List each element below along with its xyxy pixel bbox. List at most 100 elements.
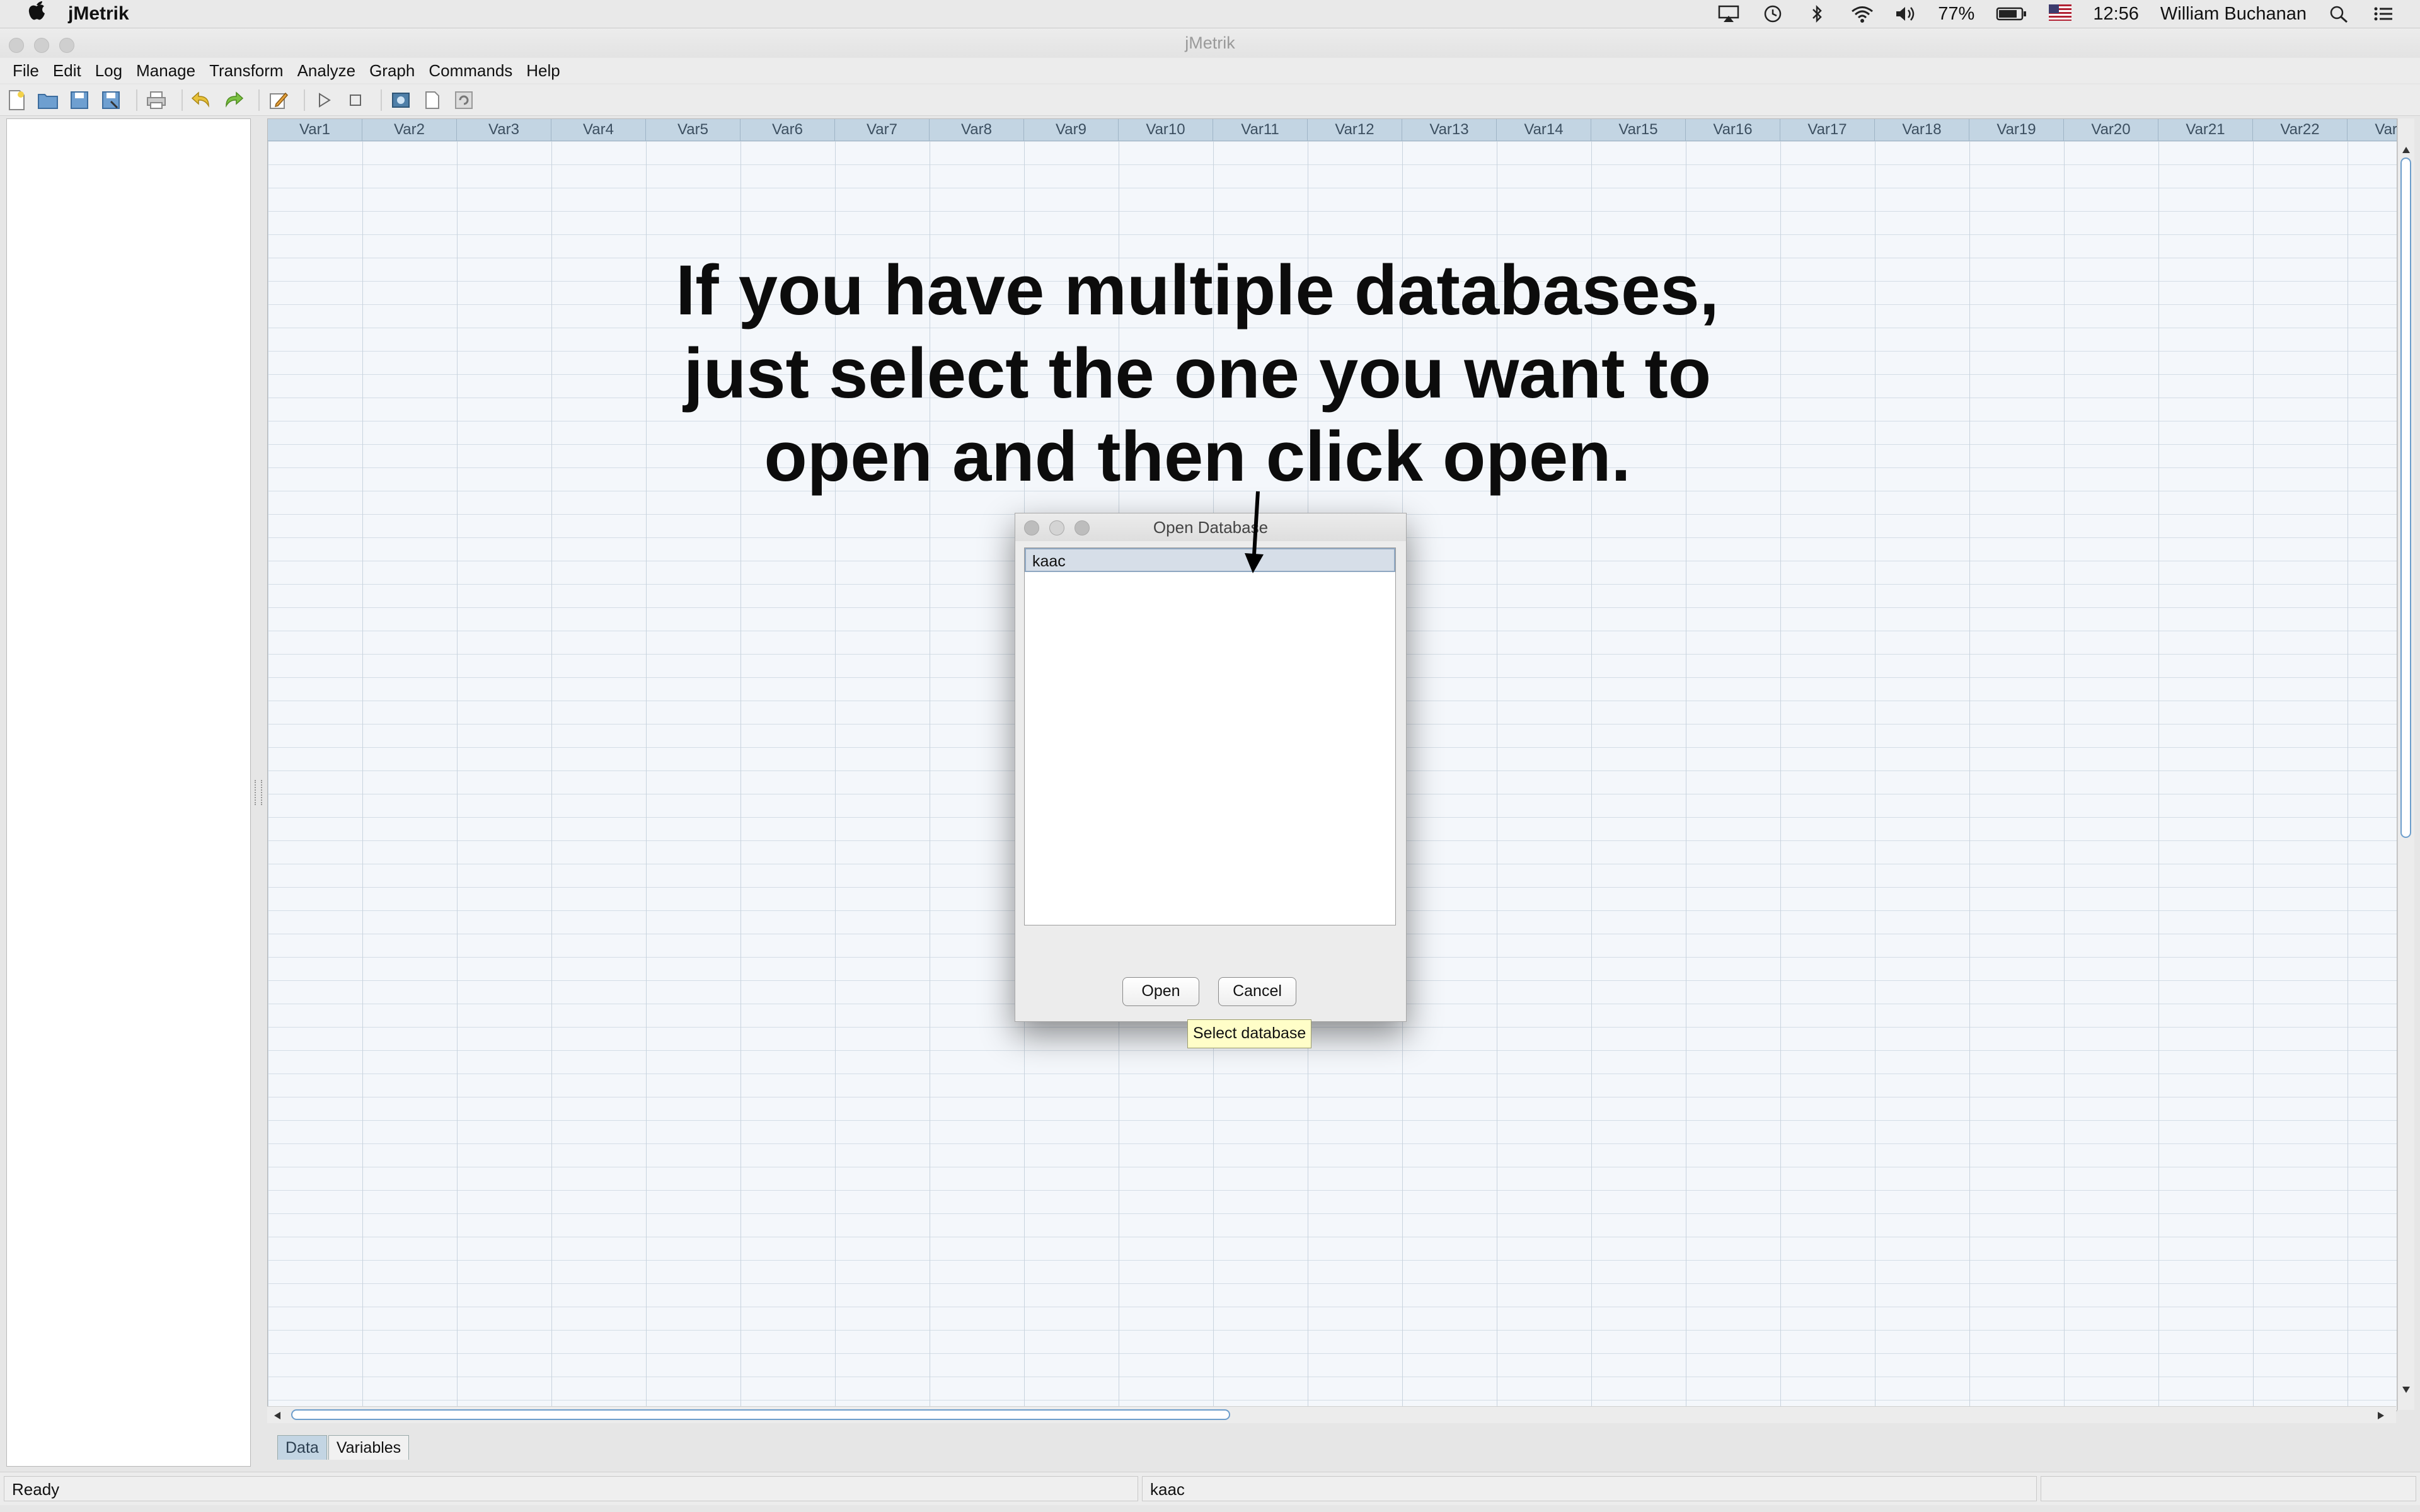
- user-name[interactable]: William Buchanan: [2160, 4, 2307, 25]
- menu-manage[interactable]: Manage: [135, 61, 197, 81]
- print-icon[interactable]: [144, 88, 169, 113]
- menu-help[interactable]: Help: [525, 61, 561, 81]
- column-header[interactable]: Var16: [1686, 119, 1780, 140]
- column-header[interactable]: Var5: [646, 119, 740, 140]
- left-panel[interactable]: [6, 118, 251, 1467]
- view-tabs: Data Variables: [277, 1435, 410, 1460]
- vertical-scrollbar[interactable]: [2397, 118, 2414, 1410]
- dialog-zoom-button[interactable]: [1075, 520, 1090, 536]
- apple-icon[interactable]: [24, 0, 49, 28]
- dialog-titlebar: Open Database: [1015, 513, 1406, 541]
- status-database: kaac: [1142, 1476, 2037, 1501]
- status-extra: [2041, 1476, 2416, 1501]
- column-header[interactable]: Var21: [2158, 119, 2253, 140]
- column-header[interactable]: Var2: [362, 119, 457, 140]
- menu-graph[interactable]: Graph: [368, 61, 416, 81]
- menu-log[interactable]: Log: [94, 61, 124, 81]
- column-header[interactable]: Var17: [1780, 119, 1875, 140]
- scroll-left-arrow-icon[interactable]: [274, 1411, 281, 1420]
- window-zoom-button[interactable]: [59, 38, 74, 53]
- save-as-icon[interactable]: [98, 88, 124, 113]
- window-close-button[interactable]: [9, 38, 24, 53]
- column-header[interactable]: Var1: [268, 119, 362, 140]
- annotation-line: If you have multiple databases,: [676, 251, 1719, 329]
- column-header[interactable]: Var20: [2064, 119, 2158, 140]
- menu-transform[interactable]: Transform: [208, 61, 285, 81]
- vertical-scroll-thumb[interactable]: [2400, 158, 2411, 838]
- open-folder-icon[interactable]: [35, 88, 60, 113]
- toolbar-separator: [304, 89, 305, 111]
- column-header[interactable]: Var8: [930, 119, 1024, 140]
- column-header[interactable]: Var3: [457, 119, 551, 140]
- toolbar-separator: [258, 89, 260, 111]
- dialog-title: Open Database: [1153, 518, 1269, 537]
- menu-file[interactable]: File: [11, 61, 40, 81]
- scroll-right-arrow-icon[interactable]: [2377, 1411, 2385, 1420]
- column-header[interactable]: Var4: [551, 119, 646, 140]
- us-flag-icon[interactable]: [2049, 4, 2072, 23]
- annotation-line: just select the one you want to: [683, 334, 1712, 413]
- column-header[interactable]: Var15: [1591, 119, 1686, 140]
- split-pane-divider[interactable]: [255, 780, 262, 805]
- column-header[interactable]: Var23: [2348, 119, 2397, 140]
- bluetooth-icon[interactable]: [1806, 4, 1828, 23]
- scroll-down-arrow-icon[interactable]: [2402, 1386, 2411, 1394]
- column-header[interactable]: Var14: [1497, 119, 1591, 140]
- document-icon[interactable]: [420, 88, 445, 113]
- battery-percent: 77%: [1938, 3, 1975, 24]
- column-header[interactable]: Var19: [1969, 119, 2064, 140]
- tutorial-annotation: If you have multiple databases, just sel…: [643, 249, 1752, 498]
- spotlight-search-icon[interactable]: [2328, 4, 2351, 23]
- menu-edit[interactable]: Edit: [52, 61, 83, 81]
- column-header-row: Var1 Var2 Var3 Var4 Var5 Var6 Var7 Var8 …: [268, 119, 2397, 141]
- refresh-icon[interactable]: [451, 88, 476, 113]
- time-machine-icon[interactable]: [1761, 4, 1784, 23]
- column-header[interactable]: Var12: [1308, 119, 1402, 140]
- dialog-minimize-button[interactable]: [1049, 520, 1064, 536]
- column-header[interactable]: Var9: [1024, 119, 1119, 140]
- column-header[interactable]: Var22: [2253, 119, 2348, 140]
- wifi-icon[interactable]: [1850, 4, 1874, 23]
- stop-icon[interactable]: [343, 88, 368, 113]
- menu-commands[interactable]: Commands: [427, 61, 514, 81]
- undo-icon[interactable]: [189, 88, 214, 113]
- notification-center-icon[interactable]: [2372, 4, 2395, 23]
- horizontal-scrollbar[interactable]: [267, 1406, 2396, 1423]
- dialog-close-button[interactable]: [1024, 520, 1039, 536]
- clock-time[interactable]: 12:56: [2093, 4, 2139, 25]
- tab-variables[interactable]: Variables: [328, 1435, 410, 1460]
- column-header[interactable]: Var13: [1402, 119, 1497, 140]
- airplay-icon[interactable]: [1717, 4, 1740, 23]
- new-file-icon[interactable]: [4, 88, 29, 113]
- status-message: Ready: [4, 1476, 1138, 1501]
- toolbar: [0, 84, 2420, 116]
- scroll-up-arrow-icon[interactable]: [2402, 146, 2411, 154]
- window-title: jMetrik: [1185, 33, 1235, 52]
- tooltip: Select database: [1187, 1019, 1312, 1048]
- app-menubar: File Edit Log Manage Transform Analyze G…: [0, 58, 2420, 83]
- column-header[interactable]: Var6: [740, 119, 835, 140]
- list-item-selected[interactable]: kaac: [1025, 548, 1395, 572]
- battery-icon[interactable]: [1996, 4, 2027, 23]
- run-icon[interactable]: [311, 88, 337, 113]
- redo-icon[interactable]: [221, 88, 246, 113]
- menu-analyze[interactable]: Analyze: [296, 61, 357, 81]
- database-list[interactable]: kaac: [1024, 547, 1396, 925]
- mac-menubar: jMetrik 77% 12:56 William Buchanan: [0, 0, 2420, 28]
- horizontal-scroll-thumb[interactable]: [291, 1409, 1230, 1420]
- open-button[interactable]: Open: [1122, 977, 1199, 1006]
- image-icon[interactable]: [388, 88, 413, 113]
- volume-icon[interactable]: [1894, 4, 1916, 23]
- toolbar-separator: [136, 89, 137, 111]
- column-header[interactable]: Var10: [1119, 119, 1213, 140]
- column-header[interactable]: Var7: [835, 119, 930, 140]
- save-icon[interactable]: [67, 88, 92, 113]
- column-header[interactable]: Var18: [1875, 119, 1969, 140]
- cancel-button[interactable]: Cancel: [1218, 977, 1296, 1006]
- app-name[interactable]: jMetrik: [68, 3, 129, 25]
- edit-icon[interactable]: [266, 88, 291, 113]
- column-header[interactable]: Var11: [1213, 119, 1308, 140]
- toolbar-separator: [182, 89, 183, 111]
- tab-data[interactable]: Data: [277, 1435, 327, 1460]
- window-minimize-button[interactable]: [34, 38, 49, 53]
